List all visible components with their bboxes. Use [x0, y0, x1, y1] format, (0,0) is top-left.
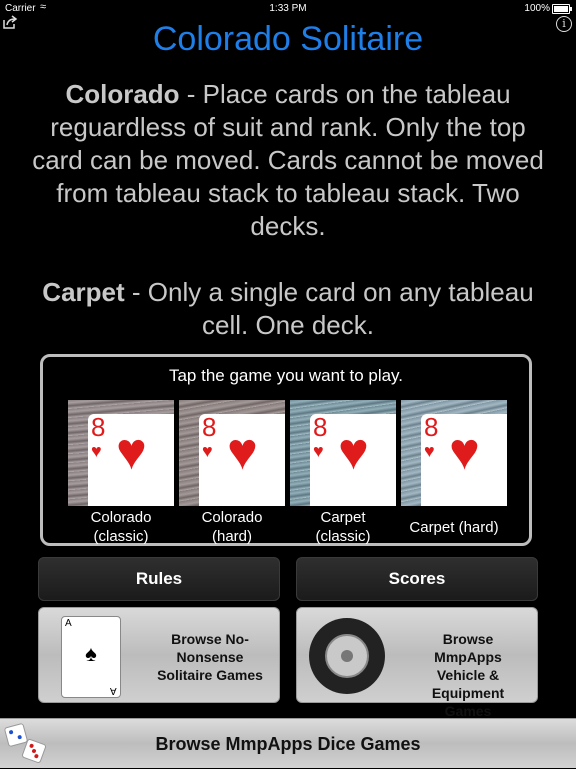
browse-dice-button[interactable]: Browse MmpApps Dice Games: [0, 718, 576, 768]
game-prompt: Tap the game you want to play.: [168, 366, 404, 385]
heart-icon: ♥: [202, 441, 213, 461]
game-label[interactable]: Carpet (classic): [290, 508, 396, 546]
game-label[interactable]: Carpet (hard): [401, 518, 507, 537]
card-rank: A: [65, 618, 72, 629]
game-selection-panel: Tap the game you want to play. 8 ♥ ♥ Col…: [40, 354, 532, 546]
game-thumbnail[interactable]: 8 ♥ ♥: [401, 400, 507, 506]
browse-vehicle-label: Browse MmpApps Vehicle & Equipment Games: [431, 631, 505, 719]
colorado-description: Colorado - Place cards on the tableau re…: [30, 78, 546, 243]
battery-icon: [552, 4, 572, 14]
browse-dice-label: Browse MmpApps Dice Games: [155, 734, 421, 754]
status-time: 1:33 PM: [269, 3, 307, 14]
card-rank: A: [110, 685, 117, 696]
browse-vehicle-button[interactable]: Browse MmpApps Vehicle & Equipment Games: [296, 607, 538, 719]
game-colorado-hard[interactable]: 8 ♥ ♥ Colorado (hard): [179, 400, 285, 546]
card-rank: 8: [202, 412, 217, 442]
game-thumbnail[interactable]: 8 ♥ ♥: [68, 400, 174, 506]
heart-icon: ♥: [313, 441, 324, 461]
card-image: 8 ♥ ♥: [310, 412, 396, 506]
status-bar: Carrier ≈ 1:33 PM 100%: [0, 0, 576, 16]
browse-solitaire-button[interactable]: A ♠ A Browse No-Nonsense Solitaire Games: [38, 607, 280, 703]
card-rank: 8: [424, 412, 439, 442]
heart-icon: ♥: [424, 441, 435, 461]
game-colorado-classic[interactable]: 8 ♥ ♥ Colorado (classic): [68, 400, 174, 546]
game-thumbnail[interactable]: 8 ♥ ♥: [179, 400, 285, 506]
heart-icon: ♥: [227, 423, 258, 481]
ace-of-spades-icon: A ♠ A: [61, 616, 121, 698]
card-rank: 8: [313, 412, 328, 442]
dice-icon: [3, 722, 48, 765]
game-label[interactable]: Colorado (classic): [68, 508, 174, 546]
game-thumbnail[interactable]: 8 ♥ ♥: [290, 400, 396, 506]
carpet-text: - Only a single card on any tableau cell…: [124, 277, 534, 340]
heart-icon: ♥: [91, 441, 102, 461]
browse-solitaire-label: Browse No-Nonsense Solitaire Games: [157, 631, 263, 683]
colorado-name: Colorado: [65, 79, 180, 109]
scores-button[interactable]: Scores: [296, 557, 538, 601]
heart-icon: ♥: [449, 423, 480, 481]
tire-icon: [309, 618, 385, 694]
game-carpet-hard[interactable]: 8 ♥ ♥ Carpet (hard): [401, 400, 507, 537]
page-title: Colorado Solitaire: [152, 20, 424, 58]
card-image: 8 ♥ ♥: [199, 412, 285, 506]
carpet-description: Carpet - Only a single card on any table…: [30, 276, 546, 342]
game-label[interactable]: Colorado (hard): [179, 508, 285, 546]
card-image: 8 ♥ ♥: [421, 412, 507, 506]
battery-percent: 100%: [524, 3, 550, 14]
heart-icon: ♥: [116, 423, 147, 481]
spade-icon: ♠: [85, 641, 97, 666]
game-carpet-classic[interactable]: 8 ♥ ♥ Carpet (classic): [290, 400, 396, 546]
card-image: 8 ♥ ♥: [88, 412, 174, 506]
carpet-name: Carpet: [42, 277, 125, 307]
card-rank: 8: [91, 412, 106, 442]
rules-button[interactable]: Rules: [38, 557, 280, 601]
heart-icon: ♥: [338, 423, 369, 481]
